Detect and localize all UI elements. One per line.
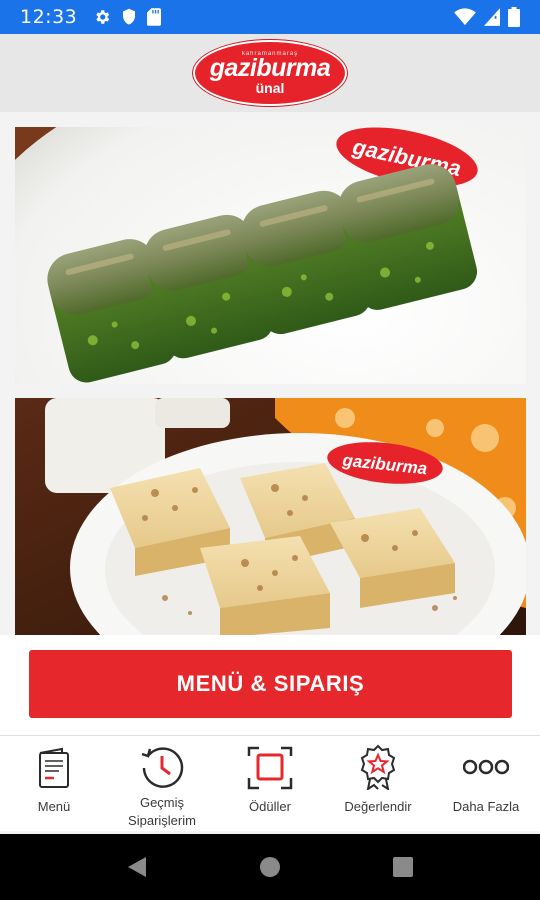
more-icon [461, 742, 511, 792]
sd-card-icon [147, 8, 162, 26]
wifi-icon [454, 8, 476, 26]
order-area: MENÜ & SIPARIŞ [0, 635, 540, 735]
nav-item-more[interactable]: Daha Fazla [432, 736, 540, 832]
system-nav-bar [0, 834, 540, 900]
nav-label-rate: Değerlendir [344, 799, 412, 814]
battery-icon [508, 7, 520, 27]
nav-item-order-history[interactable]: Geçmiş Siparişlerim [108, 736, 216, 832]
pistachio-baklava-photo[interactable]: gaziburma [15, 127, 526, 384]
shield-icon [121, 8, 137, 26]
rewards-icon [245, 742, 295, 792]
brand-logo: kahramanmaraş gaziburma ünal [193, 40, 347, 106]
back-icon[interactable] [117, 847, 157, 887]
nav-item-rewards[interactable]: Ödüller [216, 736, 324, 832]
logo-sub-text: ünal [255, 80, 285, 96]
status-bar: 12:33 [0, 0, 540, 34]
status-time: 12:33 [20, 6, 78, 28]
signal-icon [484, 8, 500, 26]
app-header: kahramanmaraş gaziburma ünal [0, 34, 540, 112]
gear-icon [93, 8, 111, 26]
nav-label-menu: Menü [37, 799, 71, 814]
history-icon [137, 742, 187, 792]
logo-small-text: kahramanmaraş [241, 51, 299, 57]
content-area[interactable]: gaziburma gaziburma [0, 112, 540, 635]
bottom-nav: Menü Geçmiş Siparişlerim Ödüller Değerle… [0, 735, 540, 832]
menu-book-icon [29, 742, 79, 792]
nav-label-more: Daha Fazla [452, 799, 520, 814]
nav-label-rewards: Ödüller [249, 799, 291, 814]
home-icon[interactable] [250, 847, 290, 887]
walnut-baklava-photo[interactable]: gaziburma [15, 398, 526, 635]
rate-badge-icon [353, 742, 403, 792]
logo-main-text: gaziburma [209, 54, 331, 82]
menu-and-order-button[interactable]: MENÜ & SIPARIŞ [29, 650, 512, 718]
recents-icon[interactable] [383, 847, 423, 887]
nav-item-menu[interactable]: Menü [0, 736, 108, 832]
nav-label-order-history: Geçmiş Siparişlerim [128, 795, 196, 828]
nav-item-rate[interactable]: Değerlendir [324, 736, 432, 832]
